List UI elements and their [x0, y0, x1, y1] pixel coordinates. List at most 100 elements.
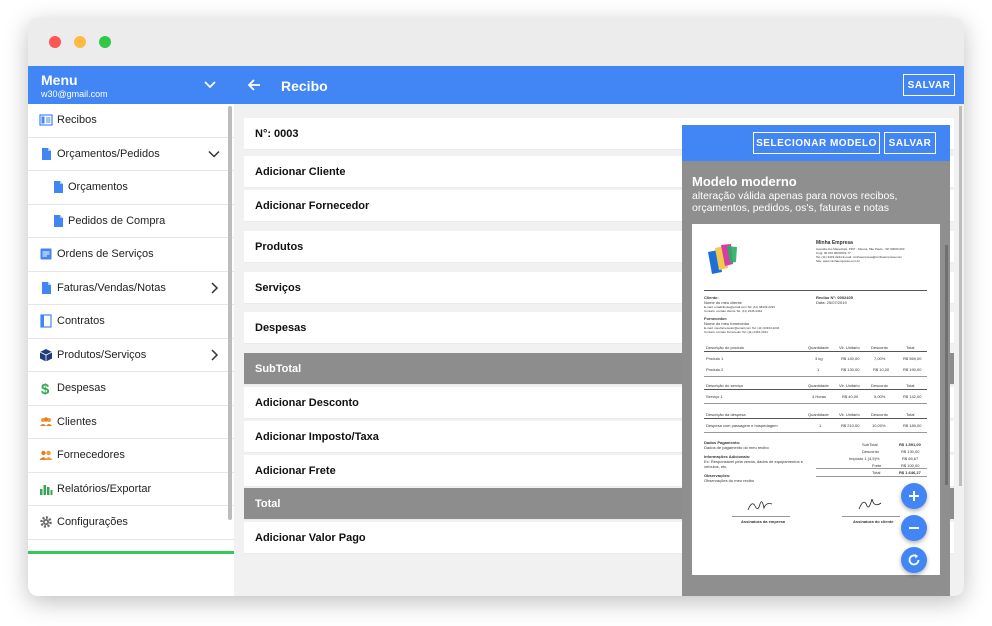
- table-header: Descrição do produto: [706, 345, 745, 350]
- chevron-down-icon[interactable]: [208, 148, 220, 160]
- sidebar-item-despesas[interactable]: $ Despesas: [28, 372, 234, 406]
- sidebar-item-label: Produtos/Serviços: [57, 348, 147, 361]
- divider: [816, 476, 927, 477]
- list-document-icon: [40, 248, 52, 260]
- sidebar: Menu w30@gmail.com Recibos Orçamentos/Pe…: [28, 66, 234, 596]
- template-title: Modelo moderno: [692, 174, 797, 189]
- total-value: R$ 130,00: [901, 449, 920, 454]
- sidebar-item-relatorios-exportar[interactable]: Relatórios/Exportar: [28, 473, 234, 506]
- client-signature-label: Assinatura do cliente: [853, 519, 894, 524]
- table-header: Desconto: [871, 383, 888, 388]
- reset-zoom-button[interactable]: [901, 547, 927, 573]
- back-arrow-icon[interactable]: [247, 78, 261, 92]
- table-header: Descrição do serviço: [706, 383, 744, 388]
- bar-chart-icon: [40, 484, 53, 495]
- sidebar-item-label: Configurações: [57, 516, 128, 528]
- company-name: Minha Empresa: [816, 240, 853, 246]
- table-header: Quantidade: [808, 412, 829, 417]
- refresh-icon: [908, 554, 920, 566]
- close-window-button[interactable]: [49, 36, 61, 48]
- sidebar-item-clientes[interactable]: Clientes: [28, 406, 234, 439]
- sidebar-item-label: Orçamentos: [68, 181, 128, 193]
- contract-icon: [40, 314, 52, 328]
- table-header: Quantidade: [808, 383, 829, 388]
- sidebar-item-label: Pedidos de Compra: [68, 214, 166, 227]
- sidebar-item-faturas-vendas-notas[interactable]: Faturas/Vendas/Notas: [28, 272, 234, 305]
- group-icon: [40, 416, 52, 426]
- sidebar-active-indicator: [28, 551, 234, 554]
- row-label: Produtos: [255, 241, 304, 253]
- template-subtitle: alteração válida apenas para novos recib…: [692, 190, 898, 214]
- table-header: Vlr. Unitário: [839, 345, 860, 350]
- divider: [816, 468, 927, 469]
- sidebar-item-produtos-servicos[interactable]: Produtos/Serviços: [28, 339, 234, 372]
- table-cell: R$ 190,00: [903, 367, 922, 372]
- row-label: Adicionar Fornecedor: [255, 200, 370, 212]
- info-text: Ex: Responsável pela venda, dados de equ…: [704, 459, 803, 469]
- zoom-in-button[interactable]: [901, 483, 927, 509]
- dollar-icon: $: [41, 381, 50, 395]
- plus-icon: [909, 491, 919, 501]
- sidebar-item-contratos[interactable]: Contratos: [28, 305, 234, 339]
- chevron-right-icon[interactable]: [208, 348, 220, 361]
- obs-text: Observações do meu recibo: [704, 478, 755, 483]
- row-label: Adicionar Desconto: [255, 397, 359, 409]
- row-label: Adicionar Imposto/Taxa: [255, 431, 379, 443]
- table-header: Descrição da despesa: [706, 412, 746, 417]
- save-button[interactable]: SALVAR: [903, 74, 955, 96]
- total-label: Desconto: [862, 449, 879, 454]
- sidebar-item-orcamentos[interactable]: Orçamentos: [28, 171, 234, 205]
- table-header: Total: [906, 345, 915, 350]
- table-cell: R$ 130,00: [841, 367, 860, 372]
- table-header: Total: [906, 412, 915, 417]
- document-icon: [54, 181, 63, 193]
- table-cell: 10,00%: [872, 423, 886, 428]
- sidebar-item-ordens-de-servicos[interactable]: Ordens de Serviços: [28, 238, 234, 272]
- gear-icon: [40, 516, 52, 528]
- chevron-down-icon[interactable]: [203, 78, 217, 92]
- template-save-button[interactable]: SALVAR: [884, 132, 936, 154]
- table-cell: R$ 569,00: [903, 356, 922, 361]
- divider: [704, 403, 927, 404]
- sidebar-item-configuracoes[interactable]: Configurações: [28, 506, 234, 540]
- chevron-right-icon[interactable]: [208, 281, 220, 294]
- sidebar-item-fornecedores[interactable]: Fornecedores: [28, 439, 234, 473]
- divider: [704, 290, 927, 291]
- page-title: Recibo: [281, 78, 328, 94]
- table-cell: R$ 10,00: [873, 367, 890, 372]
- divider: [704, 376, 927, 377]
- sidebar-header[interactable]: Menu w30@gmail.com: [28, 66, 234, 104]
- minimize-window-button[interactable]: [74, 36, 86, 48]
- total-label: Total: [872, 470, 881, 475]
- menu-title: Menu: [41, 72, 78, 88]
- main-scrollbar[interactable]: [959, 106, 962, 486]
- sidebar-item-label: Ordens de Serviços: [57, 248, 154, 260]
- divider: [704, 351, 927, 352]
- sidebar-item-recibos[interactable]: Recibos: [28, 104, 234, 138]
- company-signature-icon: [747, 501, 773, 511]
- table-cell: Produto 2: [706, 367, 724, 372]
- select-template-button[interactable]: SELECIONAR MODELO: [753, 132, 880, 154]
- sidebar-item-label: Faturas/Vendas/Notas: [57, 281, 166, 294]
- sidebar-menu: Recibos Orçamentos/Pedidos Orçamentos Pe…: [28, 104, 234, 540]
- minus-icon: [909, 527, 919, 529]
- row-label: Despesas: [255, 322, 307, 334]
- zoom-out-button[interactable]: [901, 515, 927, 541]
- sidebar-item-orcamentos-pedidos[interactable]: Orçamentos/Pedidos: [28, 138, 234, 171]
- divider: [704, 418, 927, 419]
- table-header: Desconto: [871, 345, 888, 350]
- total-label: SubTotal: [862, 442, 878, 447]
- svg-text:$: $: [41, 381, 50, 395]
- total-value: R$ 1.646,27: [899, 470, 921, 475]
- app-window: Menu w30@gmail.com Recibos Orçamentos/Pe…: [28, 18, 964, 596]
- table-cell: R$ 142,00: [903, 394, 922, 399]
- sidebar-item-pedidos-de-compra[interactable]: Pedidos de Compra: [28, 205, 234, 238]
- maximize-window-button[interactable]: [99, 36, 111, 48]
- sidebar-scrollbar[interactable]: [228, 106, 232, 520]
- table-cell: 7,00%: [874, 356, 886, 361]
- sidebar-item-label: Fornecedores: [57, 449, 125, 461]
- divider: [732, 516, 790, 517]
- template-scrollbar[interactable]: [945, 245, 948, 485]
- table-cell: R$ 210,00: [841, 423, 860, 428]
- sidebar-item-label: Relatórios/Exportar: [57, 482, 152, 495]
